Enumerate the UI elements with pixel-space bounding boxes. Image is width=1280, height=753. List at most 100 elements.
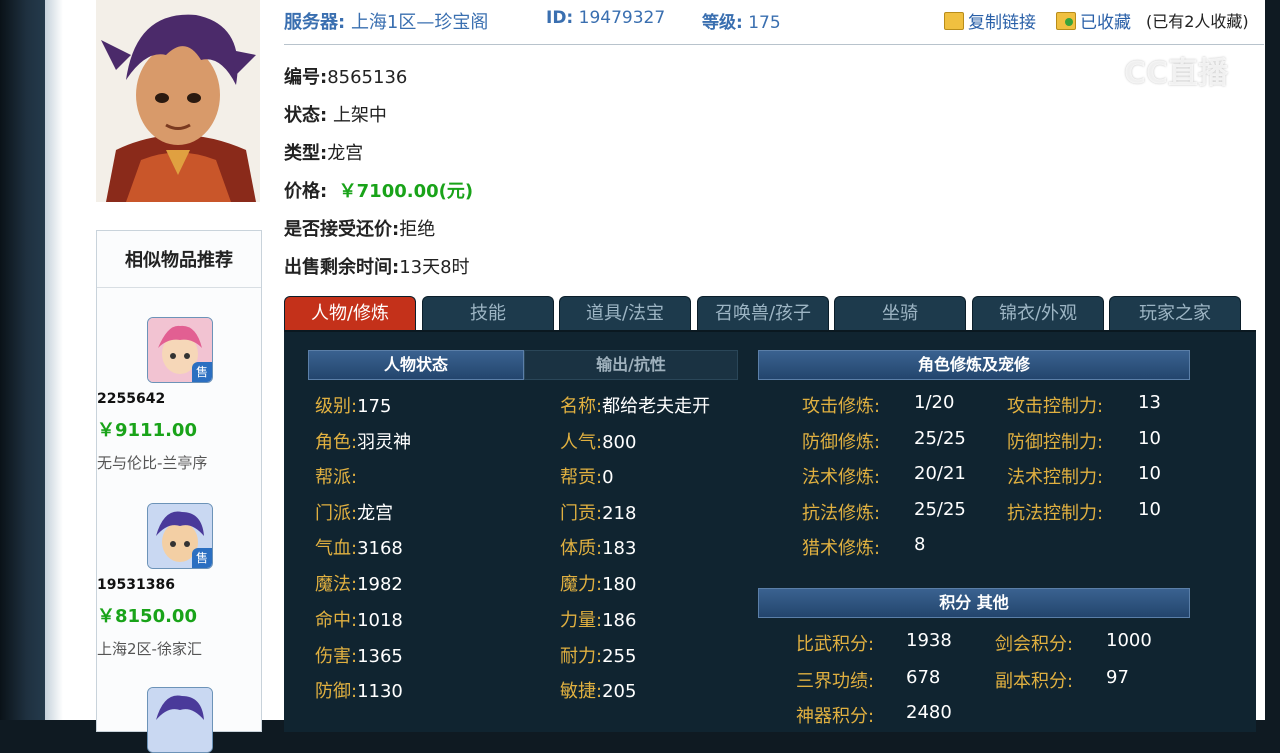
- stat-value: 龙宫: [357, 503, 394, 524]
- tab-player-home[interactable]: 玩家之家: [1109, 296, 1241, 331]
- stat-label: 帮派:: [315, 467, 358, 488]
- character-detail-panel: 人物状态 输出/抗性 角色修炼及宠修 积分 其他 级别:175 角色:羽灵神 帮…: [284, 330, 1256, 732]
- stat-row: 耐力:255: [560, 642, 636, 668]
- stat-label: 体质:: [560, 538, 603, 559]
- stat-row: 魔法:1982: [315, 570, 403, 596]
- item-bargain: 是否接受还价:拒绝: [284, 215, 435, 241]
- stat-value: 0: [602, 467, 614, 488]
- score-value: 97: [1106, 667, 1129, 688]
- cultivation-value: 1/20: [914, 392, 954, 413]
- price-value: ￥7100.00(元): [338, 181, 474, 202]
- similar-item-price: ￥8150.00: [97, 606, 197, 627]
- tab-outfits[interactable]: 锦衣/外观: [972, 296, 1104, 331]
- stat-label: 级别:: [315, 396, 358, 417]
- item-remaining-time: 出售剩余时间:13天8时: [284, 253, 470, 279]
- cultivation-value-text: 25/25: [914, 428, 966, 449]
- status-section-header[interactable]: 人物状态: [308, 350, 524, 380]
- similar-item-thumbnail[interactable]: 售: [147, 317, 213, 383]
- copy-link-label: 复制链接: [968, 13, 1036, 33]
- item-type: 类型:龙宫: [284, 139, 363, 165]
- stat-value: 183: [602, 538, 637, 559]
- copy-link-button[interactable]: 复制链接: [944, 8, 1036, 33]
- stat-label: 帮贡:: [560, 467, 603, 488]
- tab-items[interactable]: 道具/法宝: [559, 296, 691, 331]
- similar-item-id: 19531386: [97, 577, 175, 593]
- stat-value: 1365: [357, 646, 403, 667]
- score-label: 比武积分:: [796, 634, 875, 655]
- control-value-text: 10: [1138, 499, 1161, 520]
- score-value: 1938: [906, 630, 952, 651]
- stat-row: 级别:175: [315, 392, 391, 418]
- similar-item-price: ￥9111.00: [97, 420, 197, 441]
- status-label: 状态:: [284, 105, 328, 126]
- item-header: 服务器: 上海1区—珍宝阁 ID: 19479327 等级: 175 复制链接 …: [284, 0, 1264, 45]
- control-value: 10: [1138, 463, 1161, 484]
- stat-row: 力量:186: [560, 606, 636, 632]
- score-row: 神器积分:: [796, 702, 874, 728]
- stat-value: 1130: [357, 681, 403, 702]
- stat-label: 魔力:: [560, 574, 603, 595]
- left-edge-strip: [0, 0, 45, 720]
- stat-row: 名称:都给老夫走开: [560, 392, 710, 418]
- link-icon: [944, 12, 964, 30]
- tab-character[interactable]: 人物/修炼: [284, 296, 416, 331]
- cultivation-value-text: 1/20: [914, 392, 955, 413]
- score-label: 副本积分:: [995, 671, 1074, 692]
- tab-summons[interactable]: 召唤兽/孩子: [697, 296, 829, 331]
- score-value-text: 1938: [906, 630, 952, 651]
- control-label: 防御控制力:: [1007, 432, 1104, 453]
- stat-value: 175: [357, 396, 392, 417]
- character-avatar: [96, 0, 260, 202]
- similar-item-thumbnail[interactable]: 售: [147, 503, 213, 569]
- stat-row: 命中:1018: [315, 606, 403, 632]
- control-value: 10: [1138, 428, 1161, 449]
- cultivation-label: 防御修炼:: [802, 432, 881, 453]
- cultivation-label: 猎术修炼:: [802, 538, 881, 559]
- item-price: 价格: ￥7100.00(元): [284, 177, 473, 203]
- detail-tabs: 人物/修炼 技能 道具/法宝 召唤兽/孩子 坐骑 锦衣/外观 玩家之家: [284, 296, 1264, 331]
- for-sale-badge: 售: [192, 362, 212, 382]
- tab-mounts[interactable]: 坐骑: [834, 296, 966, 331]
- stat-label: 气血:: [315, 538, 358, 559]
- score-value: 1000: [1106, 630, 1152, 651]
- cultivation-value: 20/21: [914, 463, 966, 484]
- stat-row: 帮派:: [315, 463, 357, 489]
- cultivation-value: 8: [914, 534, 925, 555]
- similar-items-title: 相似物品推荐: [97, 231, 261, 288]
- control-value-text: 10: [1138, 428, 1161, 449]
- score-row: 剑会积分:: [995, 630, 1073, 656]
- cultivation-section-header: 角色修炼及宠修: [758, 350, 1190, 380]
- control-row: 法术控制力:: [1007, 463, 1103, 489]
- stat-value: 1018: [357, 610, 403, 631]
- item-status: 状态: 上架中: [284, 101, 387, 127]
- page-shadow: [45, 0, 63, 720]
- stat-label: 力量:: [560, 610, 603, 631]
- similar-item-thumbnail[interactable]: [147, 687, 213, 753]
- server-info: 服务器: 上海1区—珍宝阁: [284, 8, 488, 34]
- stat-row: 魔力:180: [560, 570, 636, 596]
- output-section-header[interactable]: 输出/抗性: [524, 350, 738, 380]
- stat-row: 防御:1130: [315, 677, 403, 703]
- score-row: 副本积分:: [995, 667, 1073, 693]
- character-portrait-icon: [96, 0, 260, 202]
- stat-label: 门贡:: [560, 503, 603, 524]
- price-label: 价格:: [284, 181, 328, 202]
- stat-label: 命中:: [315, 610, 358, 631]
- tab-skills[interactable]: 技能: [422, 296, 554, 331]
- stat-row: 人气:800: [560, 428, 636, 454]
- score-row: 比武积分:: [796, 630, 874, 656]
- favorite-button[interactable]: 已收藏: [1056, 8, 1131, 33]
- control-value-text: 10: [1138, 463, 1161, 484]
- cultivation-label: 攻击修炼:: [802, 396, 881, 417]
- score-value-text: 678: [906, 667, 941, 688]
- item-number: 编号:8565136: [284, 63, 407, 89]
- cultivation-value-text: 8: [914, 534, 926, 555]
- cc-logo-icon: [1072, 46, 1116, 90]
- stat-row: 体质:183: [560, 534, 636, 560]
- stat-label: 角色:: [315, 432, 358, 453]
- stream-watermark: CC直播: [1072, 44, 1242, 92]
- stat-label: 敏捷:: [560, 681, 603, 702]
- score-value: 678: [906, 667, 940, 688]
- stat-value: 羽灵神: [357, 432, 412, 453]
- cultivation-value: 25/25: [914, 428, 966, 449]
